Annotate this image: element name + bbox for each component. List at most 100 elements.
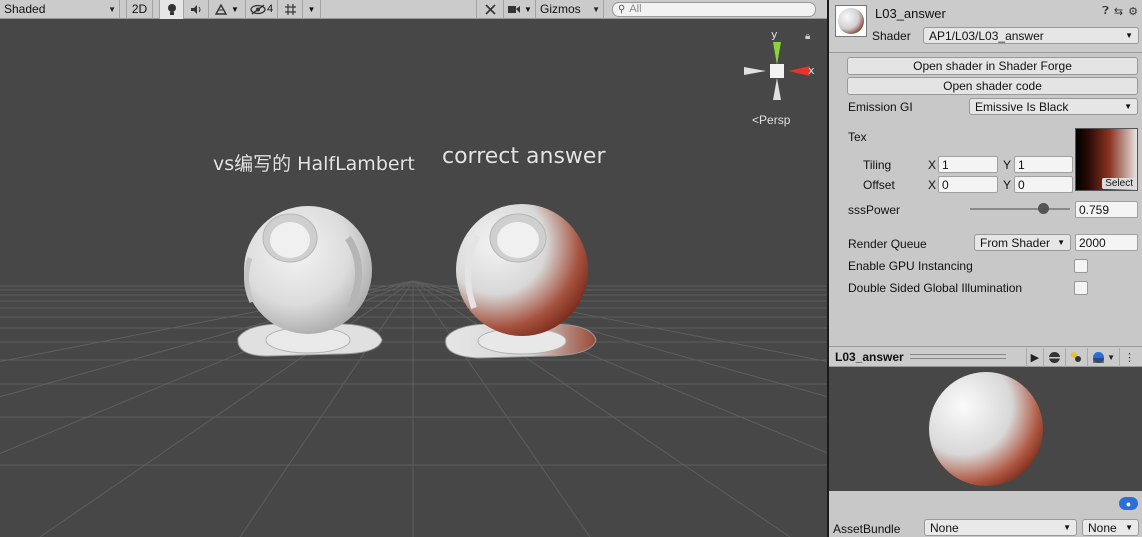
correct-answer-sphere-model[interactable] xyxy=(438,198,603,363)
offset-x-label: X xyxy=(928,178,937,192)
2d-toggle-button[interactable]: 2D xyxy=(126,0,153,19)
preview-sphere xyxy=(929,372,1043,486)
projection-toggle[interactable]: <Persp xyxy=(752,113,790,127)
scene-label-halflambert: vs编写的 HalfLambert xyxy=(213,153,415,175)
render-queue-dropdown[interactable]: From Shader ▼ xyxy=(974,234,1071,251)
open-shader-forge-button[interactable]: Open shader in Shader Forge xyxy=(847,57,1138,75)
projection-label: Persp xyxy=(759,113,791,127)
material-preview-panel: L03_answer ▶ ▼ ⋮ ● AssetBundle None ▼ No… xyxy=(829,346,1142,537)
camera-icon xyxy=(508,6,521,13)
double-sided-gi-checkbox[interactable] xyxy=(1074,281,1088,295)
lock-icon[interactable]: 🔒︎ xyxy=(805,31,810,42)
gizmos-label: Gizmos xyxy=(540,2,581,16)
kebab-menu-icon: ⋮ xyxy=(1124,352,1135,364)
gizmo-y-axis-icon[interactable] xyxy=(773,42,781,65)
emission-gi-label: Emission GI xyxy=(848,100,913,114)
gizmo-neg-x-axis-icon[interactable] xyxy=(744,67,766,75)
preview-drag-handle[interactable] xyxy=(909,354,1006,359)
search-placeholder: All xyxy=(629,3,642,15)
assetbundle-dropdown[interactable]: None ▼ xyxy=(924,519,1077,536)
effects-dropdown[interactable]: ▼ xyxy=(209,0,246,19)
light-icon xyxy=(1071,352,1082,362)
inspector-header: L03_answer ❓︎ ⇆ ⚙ Shader AP1/L03/L03_ans… xyxy=(829,0,1142,53)
hidden-objects-toggle[interactable]: 4 xyxy=(246,0,278,19)
material-thumbnail xyxy=(835,5,867,37)
speaker-icon xyxy=(190,4,200,14)
preview-menu-button[interactable]: ⋮ xyxy=(1119,348,1139,367)
render-queue-label: Render Queue xyxy=(848,237,927,251)
gizmos-dropdown[interactable]: Gizmos ▼ xyxy=(536,0,604,19)
gizmo-x-label: x xyxy=(808,64,815,77)
shader-label: Shader xyxy=(872,29,911,43)
grid-snap-button[interactable] xyxy=(278,0,303,19)
effects-icon xyxy=(215,3,228,15)
offset-x-field[interactable]: 0 xyxy=(938,176,998,193)
chevron-down-icon: ▼ xyxy=(524,4,532,14)
material-inspector: L03_answer ❓︎ ⇆ ⚙ Shader AP1/L03/L03_ans… xyxy=(829,0,1142,346)
help-icon[interactable]: ❓︎ xyxy=(1102,5,1109,18)
open-shader-code-button[interactable]: Open shader code xyxy=(847,77,1138,95)
preset-icon[interactable]: ⇆ xyxy=(1114,5,1123,18)
lighting-toggle-button[interactable] xyxy=(159,0,184,19)
offset-y-field[interactable]: 0 xyxy=(1014,176,1073,193)
play-button[interactable]: ▶ xyxy=(1025,348,1043,367)
tiling-label: Tiling xyxy=(863,158,892,172)
tiling-x-field[interactable]: 1 xyxy=(938,156,998,173)
preview-light-button[interactable] xyxy=(1065,348,1087,367)
assetbundle-variant-value: None xyxy=(1088,520,1117,535)
audio-toggle-button[interactable] xyxy=(184,0,209,19)
2d-toggle-label: 2D xyxy=(131,2,148,16)
chevron-down-icon: ▼ xyxy=(231,4,239,14)
render-queue-mode: From Shader xyxy=(980,235,1051,250)
preview-mesh-button[interactable] xyxy=(1043,348,1065,367)
gear-icon[interactable]: ⚙ xyxy=(1128,5,1138,18)
bulb-icon xyxy=(167,3,176,15)
assetbundle-label: AssetBundle xyxy=(833,522,901,536)
texture-slot[interactable]: Select xyxy=(1075,128,1138,191)
scene-view[interactable]: Shaded ▼ 2D ▼ 4 ▼ ▼ Gizmos ▼ ⚲ All vs编写的… xyxy=(0,0,827,537)
mesh-sphere-icon xyxy=(1049,352,1061,363)
search-icon: ⚲ xyxy=(618,3,626,15)
chevron-down-icon: ▼ xyxy=(1125,523,1133,532)
gpu-instancing-checkbox[interactable] xyxy=(1074,259,1088,273)
scene-search-input[interactable]: ⚲ All xyxy=(612,1,816,17)
texture-select-button[interactable]: Select xyxy=(1102,178,1136,189)
scene-toolbar: Shaded ▼ 2D ▼ 4 ▼ ▼ Gizmos ▼ ⚲ All xyxy=(0,0,827,19)
gizmo-x-axis-icon[interactable] xyxy=(788,66,810,76)
tiling-y-field[interactable]: 1 xyxy=(1014,156,1073,173)
preview-title: L03_answer xyxy=(835,349,904,364)
ssspower-field[interactable]: 0.759 xyxy=(1075,201,1138,218)
preview-background-dropdown[interactable]: ▼ xyxy=(1087,348,1119,367)
hidden-count: 4 xyxy=(266,3,274,15)
chevron-down-icon: ▼ xyxy=(1124,102,1132,111)
camera-dropdown[interactable]: ▼ xyxy=(504,0,536,19)
shader-dropdown[interactable]: AP1/L03/L03_answer ▼ xyxy=(923,27,1139,44)
chevron-down-icon: ▼ xyxy=(1107,353,1115,362)
shading-mode-dropdown[interactable]: Shaded ▼ xyxy=(0,0,120,19)
tiling-y-label: Y xyxy=(1003,158,1012,172)
tools-button[interactable] xyxy=(476,0,504,19)
background-sphere-icon xyxy=(1093,352,1105,363)
scene-label-correct-answer: correct answer xyxy=(442,144,606,169)
halflambert-sphere-model[interactable] xyxy=(228,198,388,363)
gizmo-neg-y-axis-icon[interactable] xyxy=(773,78,781,100)
render-queue-field[interactable]: 2000 xyxy=(1075,234,1138,251)
grid-snap-icon xyxy=(284,3,296,15)
material-sphere-icon xyxy=(838,8,864,34)
shading-mode-label: Shaded xyxy=(4,2,46,16)
preview-viewport[interactable] xyxy=(829,367,1142,491)
gpu-instancing-label: Enable GPU Instancing xyxy=(848,259,973,273)
asset-label-icon[interactable]: ● xyxy=(1119,497,1138,510)
ssspower-label: sssPower xyxy=(848,203,901,217)
assetbundle-variant-dropdown[interactable]: None ▼ xyxy=(1082,519,1139,536)
ssspower-slider-track[interactable] xyxy=(970,208,1070,210)
grid-snap-dropdown[interactable]: ▼ xyxy=(303,0,321,19)
emission-gi-dropdown[interactable]: Emissive Is Black ▼ xyxy=(969,98,1138,115)
tools-icon xyxy=(484,3,496,15)
ssspower-slider-handle[interactable] xyxy=(1038,203,1049,214)
chevron-down-icon: ▼ xyxy=(592,4,600,14)
chevron-down-icon: ▼ xyxy=(307,4,316,14)
gizmo-center-cube-icon[interactable] xyxy=(770,64,784,78)
shader-value: AP1/L03/L03_answer xyxy=(929,28,1044,43)
chevron-down-icon: ▼ xyxy=(1063,523,1071,532)
